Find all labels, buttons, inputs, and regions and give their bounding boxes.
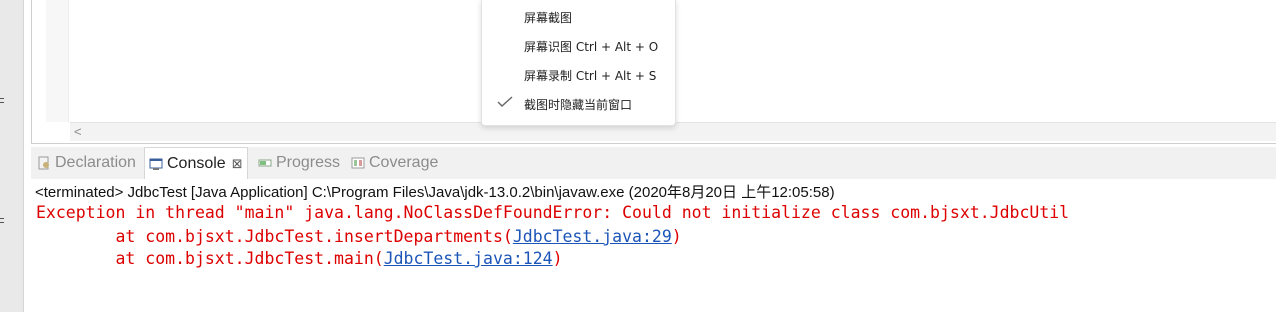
tab-label: Console — [167, 155, 226, 172]
menu-item-hide-window[interactable]: 截图时隐藏当前窗口 — [524, 96, 632, 113]
tab-progress[interactable]: Progress — [258, 147, 340, 179]
console-status-line: <terminated> JdbcTest [Java Application]… — [35, 184, 835, 201]
close-icon[interactable]: ⊠ — [232, 156, 243, 172]
checkmark-icon — [497, 96, 513, 107]
editor-line-ruler — [46, 0, 69, 122]
console-icon — [149, 157, 163, 171]
window-left-gutter — [0, 0, 24, 312]
scroll-left-icon[interactable]: < — [74, 123, 82, 141]
coverage-icon — [351, 156, 365, 170]
gutter-marker — [0, 98, 4, 99]
menu-item-screen-record[interactable]: 屏幕录制 Ctrl + Alt + S — [524, 67, 656, 84]
progress-icon — [258, 156, 272, 170]
tab-console[interactable]: Console ⊠ — [144, 147, 248, 180]
tab-label: Declaration — [55, 154, 136, 171]
stack-frame-link[interactable]: JdbcTest.java:124 — [384, 249, 553, 268]
stack-frame-text: at com.bjsxt.JdbcTest.insertDepartments( — [36, 227, 513, 246]
stack-frame-text: at com.bjsxt.JdbcTest.main( — [36, 249, 384, 268]
gutter-marker — [0, 102, 4, 103]
stack-frame-suffix: ) — [671, 227, 682, 246]
tab-label: Progress — [276, 154, 341, 171]
declaration-icon — [37, 156, 51, 170]
menu-item-screenshot[interactable]: 屏幕截图 — [524, 9, 572, 26]
tab-label: Coverage — [369, 154, 439, 171]
console-output[interactable]: <terminated> JdbcTest [Java Application]… — [31, 179, 1276, 312]
tab-coverage[interactable]: Coverage — [351, 147, 438, 179]
stack-frame-link[interactable]: JdbcTest.java:29 — [513, 227, 672, 246]
exception-line: Exception in thread "main" java.lang.NoC… — [36, 203, 1070, 222]
bottom-panel-tabs: Declaration Console ⊠ Progress Coverage — [31, 147, 1276, 180]
stack-trace-line: at com.bjsxt.JdbcTest.main(JdbcTest.java… — [36, 249, 563, 268]
stack-frame-suffix: ) — [552, 249, 563, 268]
gutter-marker — [0, 218, 4, 219]
gutter-marker — [0, 222, 4, 223]
tab-declaration[interactable]: Declaration — [37, 147, 136, 179]
stack-trace-line: at com.bjsxt.JdbcTest.insertDepartments(… — [36, 227, 682, 246]
screenshot-context-menu: 屏幕截图 屏幕识图 Ctrl + Alt + O 屏幕录制 Ctrl + Alt… — [481, 0, 676, 126]
menu-item-screen-recognize[interactable]: 屏幕识图 Ctrl + Alt + O — [524, 38, 658, 55]
